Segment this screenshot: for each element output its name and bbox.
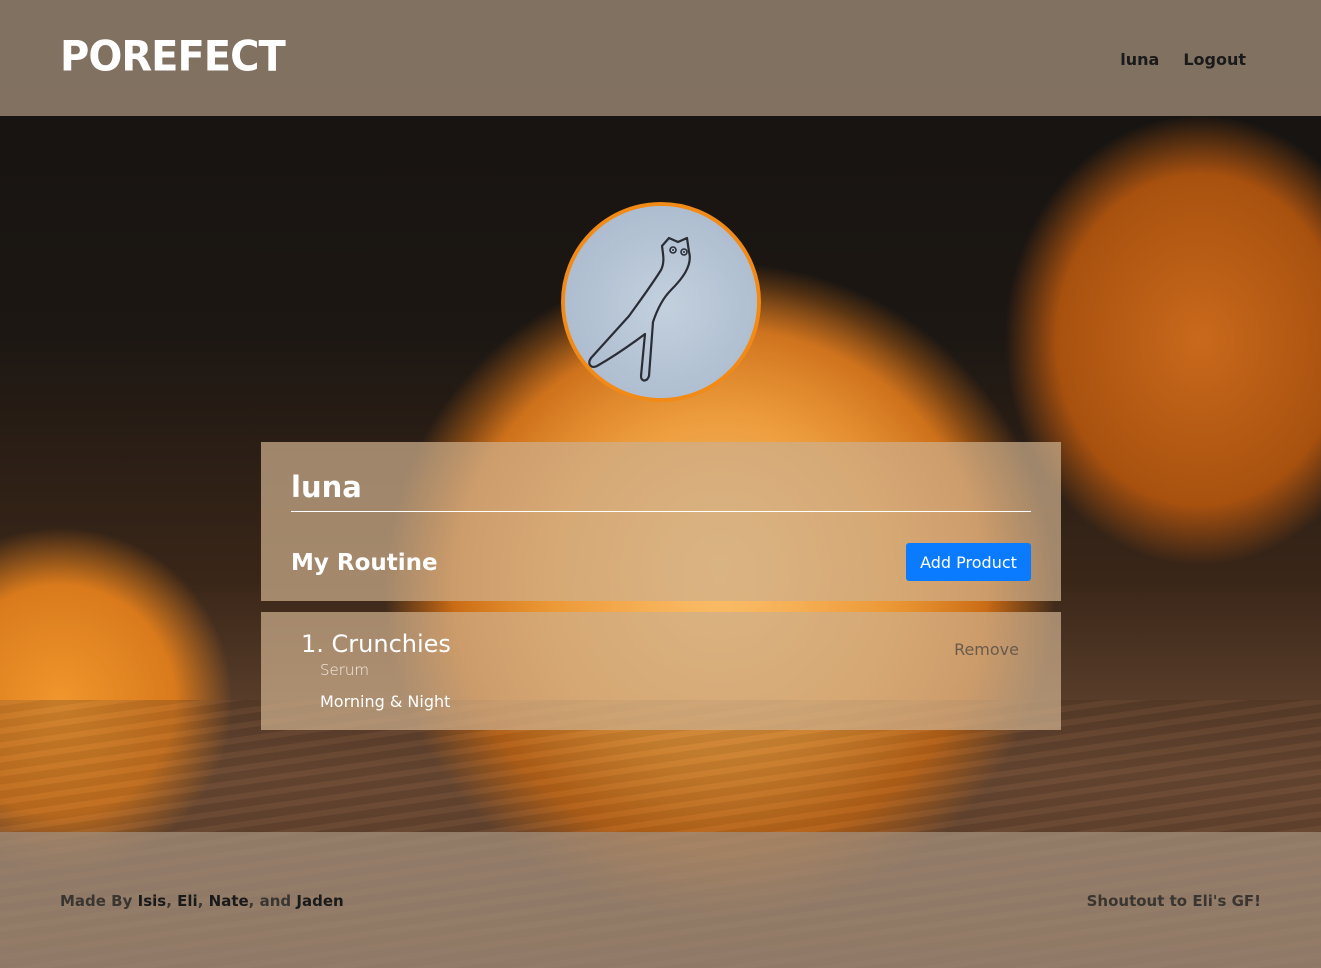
routine-item-type: Serum xyxy=(320,661,370,679)
top-nav: luna Logout xyxy=(1120,50,1246,69)
nav-user-link[interactable]: luna xyxy=(1120,50,1159,69)
author-name: Nate xyxy=(208,892,249,910)
author-separator: , xyxy=(166,892,172,910)
logout-link[interactable]: Logout xyxy=(1183,50,1246,69)
site-header: POREFECT luna Logout xyxy=(0,0,1321,116)
remove-button[interactable]: Remove xyxy=(954,640,1019,659)
profile-username: luna xyxy=(291,470,362,504)
author-separator: , xyxy=(197,892,204,910)
avatar xyxy=(561,202,761,402)
add-product-button[interactable]: Add Product xyxy=(906,543,1031,581)
author-name: Eli xyxy=(177,892,198,910)
routine-item-number: 1. xyxy=(301,630,324,658)
routine-item: 1. Crunchies Serum Morning & Night Remov… xyxy=(261,612,1061,730)
made-by-prefix: Made By xyxy=(60,892,133,910)
username-divider xyxy=(291,511,1031,512)
footer-shoutout: Shoutout to Eli's GF! xyxy=(1086,892,1261,910)
routine-item-title: 1. Crunchies xyxy=(301,630,451,658)
author-separator: , and xyxy=(248,892,292,910)
profile-card: luna My Routine Add Product xyxy=(261,442,1061,601)
site-footer: Made By Isis, Eli, Nate, and Jaden Shout… xyxy=(0,832,1321,968)
site-logo[interactable]: POREFECT xyxy=(60,33,286,81)
doodle-icon xyxy=(565,206,757,398)
routine-heading: My Routine xyxy=(291,550,438,576)
routine-item-time: Morning & Night xyxy=(320,692,451,711)
author-name: Isis xyxy=(137,892,167,910)
author-name: Jaden xyxy=(296,892,344,910)
routine-item-name: Crunchies xyxy=(331,630,451,658)
footer-credits: Made By Isis, Eli, Nate, and Jaden xyxy=(60,892,344,910)
